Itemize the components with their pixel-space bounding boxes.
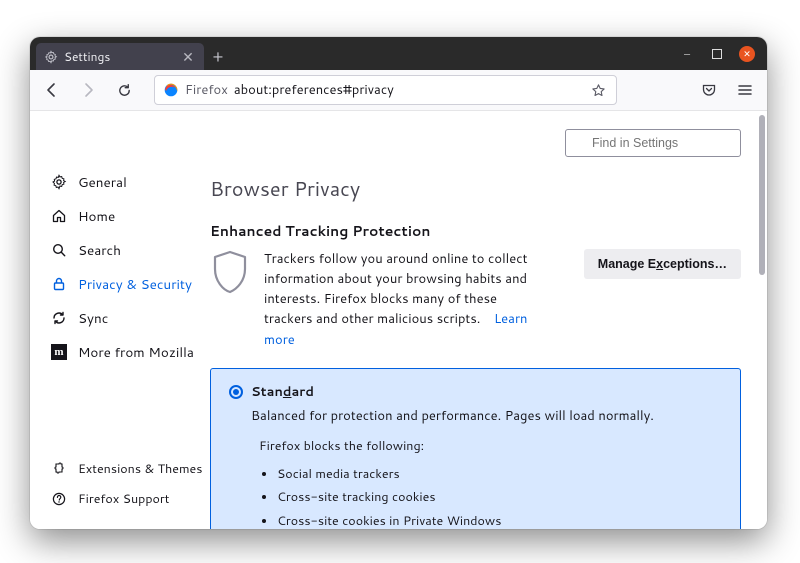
sidebar-item-label: Firefox Support xyxy=(78,490,170,508)
sidebar-item-home[interactable]: Home xyxy=(48,199,210,233)
minimize-button[interactable] xyxy=(679,46,695,62)
search-input[interactable] xyxy=(565,129,741,157)
standard-radio-row[interactable]: Standard xyxy=(229,383,722,401)
sidebar-item-support[interactable]: Firefox Support xyxy=(48,485,210,513)
window-controls xyxy=(667,37,767,70)
preferences-content: General Home Search Privacy & Security xyxy=(30,111,767,529)
blocks-title: Firefox blocks the following: xyxy=(259,437,722,455)
back-button[interactable] xyxy=(38,76,66,104)
close-window-button[interactable] xyxy=(739,46,755,62)
sidebar-item-label: Home xyxy=(78,207,115,226)
sidebar-item-label: Sync xyxy=(78,309,108,328)
maximize-button[interactable] xyxy=(709,46,725,62)
url-bar[interactable]: Firefox about:preferences#privacy xyxy=(154,75,617,105)
lock-icon xyxy=(50,275,68,293)
scrollbar-thumb[interactable] xyxy=(759,115,765,275)
url-protocol: Firefox xyxy=(185,81,228,99)
list-item: Cross-site tracking cookies xyxy=(277,486,722,510)
bookmark-star-icon[interactable] xyxy=(588,80,608,100)
sidebar-item-label: Search xyxy=(78,241,121,260)
etp-heading: Enhanced Tracking Protection xyxy=(210,221,741,241)
home-icon xyxy=(50,207,68,225)
pocket-icon[interactable] xyxy=(695,76,723,104)
sidebar-item-label: More from Mozilla xyxy=(78,343,194,362)
list-item: Cross-site cookies in Private Windows xyxy=(277,510,722,529)
standard-protection-card[interactable]: Standard Balanced for protection and per… xyxy=(210,368,741,529)
radio-selected-icon[interactable] xyxy=(229,385,243,399)
sidebar-item-label: Privacy & Security xyxy=(78,275,192,294)
standard-label: Standard xyxy=(251,383,314,401)
close-tab-icon[interactable]: ✕ xyxy=(180,49,196,65)
scrollbar[interactable] xyxy=(757,111,767,529)
search-icon xyxy=(50,241,68,259)
preferences-sidebar: General Home Search Privacy & Security xyxy=(30,111,210,529)
firefox-logo-icon xyxy=(163,82,179,98)
preferences-main: Browser Privacy Enhanced Tracking Protec… xyxy=(210,111,767,529)
browser-tab-settings[interactable]: Settings ✕ xyxy=(36,43,204,70)
reload-button[interactable] xyxy=(110,76,138,104)
sidebar-item-privacy[interactable]: Privacy & Security xyxy=(48,267,210,301)
blocks-list: Social media trackers Cross-site trackin… xyxy=(277,463,722,529)
list-item: Social media trackers xyxy=(277,463,722,487)
manage-exceptions-button[interactable]: Manage Exceptions… xyxy=(584,249,741,279)
nav-toolbar: Firefox about:preferences#privacy xyxy=(30,70,767,111)
hamburger-menu-icon[interactable] xyxy=(731,76,759,104)
mozilla-icon: m xyxy=(50,343,68,361)
tab-title: Settings xyxy=(64,48,110,65)
new-tab-button[interactable]: + xyxy=(204,43,232,70)
settings-icon xyxy=(44,50,58,64)
sidebar-item-search[interactable]: Search xyxy=(48,233,210,267)
url-path: about:preferences#privacy xyxy=(234,81,394,99)
page-title: Browser Privacy xyxy=(210,175,741,203)
gear-icon xyxy=(50,173,68,191)
etp-description: Trackers follow you around online to col… xyxy=(264,249,544,350)
shield-icon xyxy=(210,249,250,295)
help-icon xyxy=(50,490,68,508)
sidebar-item-sync[interactable]: Sync xyxy=(48,301,210,335)
forward-button[interactable] xyxy=(74,76,102,104)
find-in-settings-field[interactable] xyxy=(565,129,741,157)
sync-icon xyxy=(50,309,68,327)
sidebar-item-label: General xyxy=(78,173,127,192)
sidebar-item-general[interactable]: General xyxy=(48,165,210,199)
sidebar-item-more-mozilla[interactable]: m More from Mozilla xyxy=(48,335,210,369)
standard-subtext: Balanced for protection and performance.… xyxy=(251,407,722,425)
sidebar-item-label: Extensions & Themes xyxy=(78,460,202,478)
titlebar: Settings ✕ + xyxy=(30,37,767,70)
sidebar-item-extensions[interactable]: Extensions & Themes xyxy=(48,455,210,483)
etp-summary-row: Trackers follow you around online to col… xyxy=(210,249,741,350)
firefox-window: Settings ✕ + Firefox about:preferences#p… xyxy=(30,37,767,529)
puzzle-icon xyxy=(50,460,68,478)
